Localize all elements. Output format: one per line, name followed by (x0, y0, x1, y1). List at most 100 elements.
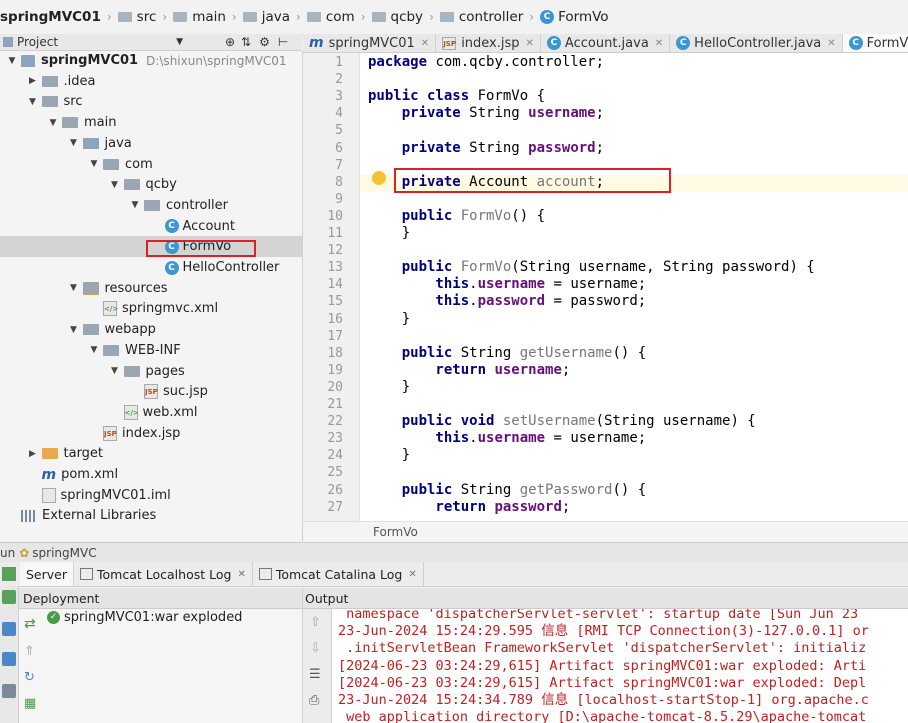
editor-tab[interactable]: m springMVC01 ✕ (303, 34, 437, 52)
class-icon: C (164, 219, 179, 234)
tree-item[interactable]: ▼ WEB-INF (0, 340, 302, 361)
scroll-down-icon[interactable]: ⇩ (310, 641, 321, 656)
tree-item[interactable]: m pom.xml (0, 464, 302, 485)
chevron-down-icon[interactable]: ▼ (88, 159, 100, 169)
resources-folder-icon (82, 281, 99, 295)
breadcrumb-item[interactable]: › main (156, 9, 226, 25)
tree-item[interactable]: ▼ resources (0, 278, 302, 299)
tree-item[interactable]: External Libraries (0, 505, 302, 526)
hide-icon[interactable]: ⊢ (278, 35, 288, 49)
wrap-icon[interactable]: ☰ (309, 667, 321, 682)
chevron-down-icon[interactable]: ▼ (68, 138, 80, 148)
folder-icon (103, 158, 119, 170)
tree-item[interactable]: </> springmvc.xml (0, 298, 302, 319)
tree-item[interactable]: JSP index.jsp (0, 423, 302, 444)
print-icon[interactable]: ⎙ (309, 693, 319, 708)
breadcrumb-item[interactable]: › controller (423, 9, 523, 25)
code-editor[interactable]: package com.qcby.controller; public class… (360, 53, 908, 521)
chevron-down-icon[interactable]: ▼ (109, 180, 121, 190)
editor-tab[interactable]: CFormVo.java✕ (842, 34, 908, 52)
chevron-right-icon[interactable]: ▶ (27, 76, 39, 86)
tree-item[interactable]: ▼ com (0, 154, 302, 175)
chevron-down-icon[interactable]: ▼ (68, 325, 80, 335)
tree-item[interactable]: ▼ pages (0, 361, 302, 382)
breadcrumb-item[interactable]: springMVC01 (0, 9, 101, 25)
code-token: setUsername (502, 413, 596, 430)
close-icon[interactable]: ✕ (408, 569, 416, 580)
code-token: public (368, 207, 461, 224)
chevron-down-icon[interactable]: ▼ (68, 283, 80, 293)
breadcrumb-label: qcby (390, 9, 424, 25)
tree-item[interactable]: ▼ src (0, 91, 302, 112)
class-icon: C (546, 36, 561, 50)
tree-item[interactable]: JSP suc.jsp (0, 381, 302, 402)
editor-status-label[interactable]: FormVo (373, 525, 418, 539)
jsp-file-icon: JSP (103, 425, 117, 441)
deployment-item[interactable]: ✓ springMVC01:war exploded (47, 610, 242, 625)
chevron-down-icon[interactable]: ▼ (6, 56, 18, 66)
run-tab-label: Tomcat Localhost Log (97, 566, 232, 582)
breadcrumb-item[interactable]: › C FormVo (523, 9, 608, 25)
breadcrumb-separator: › (231, 10, 237, 24)
tree-item[interactable]: ▼ webapp (0, 319, 302, 340)
lightbulb-icon[interactable] (372, 171, 386, 185)
deploy-arrow-icon[interactable]: ⇄ (24, 616, 36, 632)
deploy-up-icon[interactable]: ⇑ (24, 644, 35, 659)
chevron-down-icon[interactable]: ▼ (47, 118, 59, 128)
code-token: String (469, 139, 529, 156)
tree-item[interactable]: C Account (0, 216, 302, 237)
chevron-down-icon[interactable]: ▼ (109, 366, 121, 376)
close-icon[interactable]: ✕ (827, 38, 835, 49)
chevron-down-icon[interactable]: ▼ (129, 200, 141, 210)
output-console[interactable]: namespace 'dispatcherServlet-servlet': s… (332, 609, 908, 723)
run-tab[interactable]: Server (20, 562, 74, 586)
close-icon[interactable]: ✕ (526, 38, 534, 49)
tree-item[interactable]: ▼ controller (0, 195, 302, 216)
code-line: return username; (368, 362, 570, 379)
target-icon[interactable]: ⊕ (225, 35, 235, 49)
deploy-refresh-icon[interactable]: ↻ (24, 670, 35, 685)
run-tab[interactable]: Tomcat Catalina Log ✕ (253, 562, 424, 586)
editor-tab[interactable]: C Account.java ✕ (541, 34, 671, 52)
deploy-settings-icon[interactable]: ▦ (24, 696, 36, 711)
breadcrumb-item[interactable]: › src (101, 9, 157, 25)
close-icon[interactable]: ✕ (237, 569, 245, 580)
tree-item[interactable]: ▼ springMVC01 D:\shixun\springMVC01 (0, 51, 302, 71)
tree-item[interactable]: springMVC01.iml (0, 485, 302, 506)
chevron-down-icon[interactable]: ▼ (88, 345, 100, 355)
scroll-up-icon[interactable]: ⇧ (310, 615, 321, 630)
module-folder-icon (21, 54, 35, 67)
breadcrumb-item[interactable]: › qcby (355, 9, 423, 25)
chevron-down-icon[interactable]: ▼ (27, 97, 39, 107)
tree-item-label: com (125, 156, 153, 172)
code-token: username (494, 361, 562, 378)
run-tab[interactable]: Tomcat Localhost Log ✕ (74, 562, 253, 586)
tree-item[interactable]: C HelloController (0, 257, 302, 278)
code-token: public (368, 344, 461, 361)
collapse-icon[interactable]: ⇅ (241, 35, 251, 49)
editor-tab[interactable]: C HelloController.java ✕ (670, 34, 843, 52)
project-title[interactable]: Project (17, 35, 58, 49)
tree-item[interactable]: </> web.xml (0, 402, 302, 423)
breadcrumb-item[interactable]: › java (226, 9, 290, 25)
tree-item[interactable]: ▼ qcby (0, 174, 302, 195)
dropdown-icon[interactable]: ▼ (176, 37, 183, 47)
gear-icon[interactable]: ⚙ (259, 35, 270, 49)
line-number: 25 (327, 465, 343, 481)
layout-icon[interactable] (2, 684, 16, 698)
code-token: return (368, 361, 495, 378)
chevron-right-icon[interactable]: ▶ (27, 449, 39, 459)
stop-icon[interactable] (2, 652, 16, 666)
update-icon[interactable] (2, 622, 16, 636)
rerun-icon[interactable] (2, 590, 16, 604)
tree-item[interactable]: ▼ main (0, 112, 302, 133)
editor-tab[interactable]: JSP index.jsp ✕ (436, 34, 541, 52)
tree-item-label: web.xml (142, 404, 198, 420)
tree-item[interactable]: ▶ target (0, 443, 302, 464)
tree-item-label: pom.xml (61, 467, 119, 482)
close-icon[interactable]: ✕ (655, 38, 663, 49)
close-icon[interactable]: ✕ (421, 38, 429, 49)
tree-item[interactable]: ▶ .idea (0, 71, 302, 92)
breadcrumb-item[interactable]: › com (290, 9, 355, 25)
tree-item[interactable]: ▼ java (0, 133, 302, 154)
